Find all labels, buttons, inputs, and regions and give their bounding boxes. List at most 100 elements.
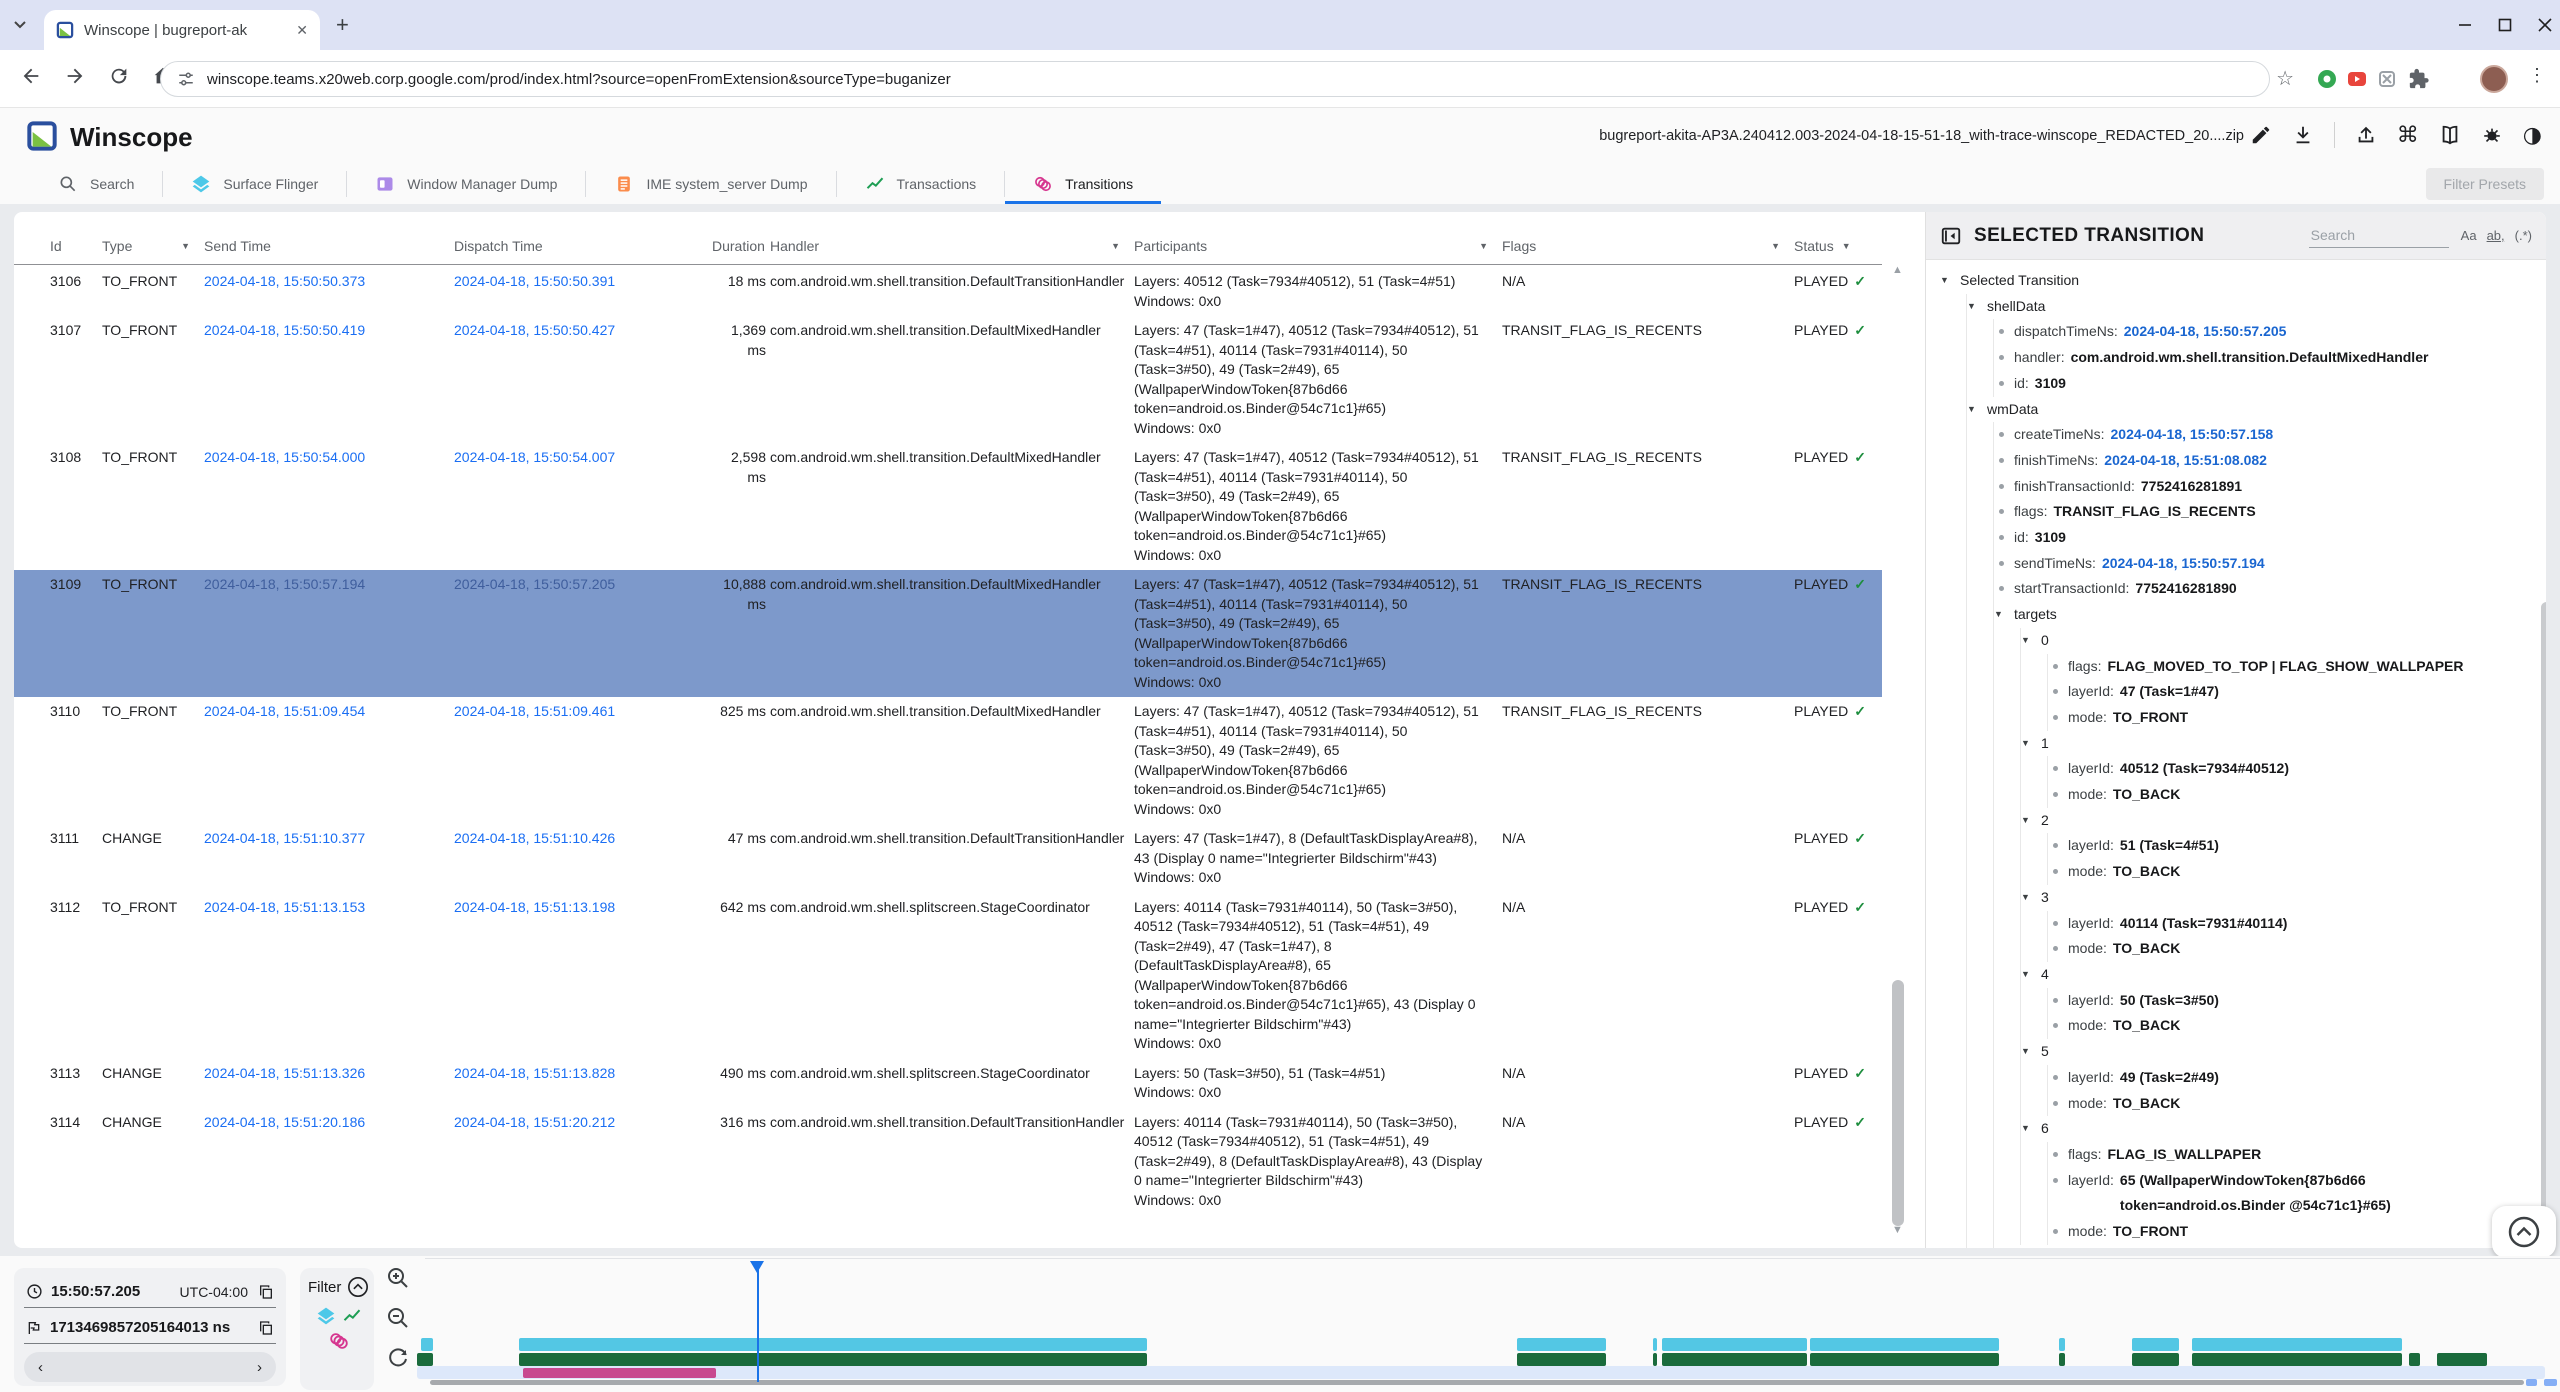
cell-dispatch-time[interactable]: 2024-04-18, 15:50:50.391 xyxy=(454,272,712,311)
timeline-canvas[interactable] xyxy=(0,1256,2560,1392)
tree-leaf[interactable]: flags:TRANSIT_FLAG_IS_RECENTS xyxy=(1994,499,2526,525)
table-scroll-up-icon[interactable]: ▲ xyxy=(1892,264,1903,276)
tree-leaf[interactable]: layerId:50 (Task=3#50) xyxy=(2048,988,2526,1014)
cell-send-time[interactable]: 2024-04-18, 15:50:50.373 xyxy=(204,272,454,311)
tree-leaf[interactable]: layerId:47 (Task=1#47) xyxy=(2048,679,2526,705)
tree-node[interactable]: ▼2 xyxy=(2021,808,2526,834)
cell-dispatch-time[interactable]: 2024-04-18, 15:50:50.427 xyxy=(454,321,712,438)
table-row[interactable]: 3106TO_FRONT2024-04-18, 15:50:50.3732024… xyxy=(14,267,1882,316)
report-bug-icon[interactable] xyxy=(2481,124,2503,146)
timeline-segment-transactions[interactable] xyxy=(2437,1353,2487,1366)
tree-node[interactable]: ▼3 xyxy=(2021,885,2526,911)
expand-arrow-icon[interactable]: ▼ xyxy=(2021,731,2041,757)
filter-presets-button[interactable]: Filter Presets xyxy=(2426,168,2544,200)
table-row[interactable]: 3113CHANGE2024-04-18, 15:51:13.3262024-0… xyxy=(14,1059,1882,1108)
column-header-id[interactable]: Id xyxy=(50,224,102,254)
tab-search-icon[interactable] xyxy=(12,16,28,32)
column-header-participants[interactable]: Participants▼ xyxy=(1134,224,1502,254)
tree-leaf[interactable]: layerId:40512 (Task=7934#40512) xyxy=(2048,756,2526,782)
tree-leaf[interactable]: mode:TO_BACK xyxy=(2048,782,2526,808)
tree-node[interactable]: ▼5 xyxy=(2021,1039,2526,1065)
cell-send-time[interactable]: 2024-04-18, 15:51:13.326 xyxy=(204,1064,454,1103)
site-settings-icon[interactable] xyxy=(177,70,195,88)
cell-dispatch-time[interactable]: 2024-04-18, 15:51:20.212 xyxy=(454,1113,712,1211)
match-word-toggle[interactable]: ab, xyxy=(2487,228,2505,243)
tree-leaf[interactable]: id:3109 xyxy=(1994,525,2526,551)
cell-send-time[interactable]: 2024-04-18, 15:50:57.194 xyxy=(204,575,454,692)
timeline-segment-surface-flinger[interactable] xyxy=(2192,1338,2402,1351)
cell-send-time[interactable]: 2024-04-18, 15:50:54.000 xyxy=(204,448,454,565)
tree-leaf[interactable]: finishTimeNs:2024-04-18, 15:51:08.082 xyxy=(1994,448,2526,474)
forward-icon[interactable] xyxy=(64,65,86,87)
timeline-segment-transactions[interactable] xyxy=(2132,1353,2179,1366)
timeline-segment-surface-flinger[interactable] xyxy=(519,1338,1147,1351)
timeline-cursor-head[interactable] xyxy=(750,1261,764,1273)
tab-ime-system-server-dump[interactable]: IME system_server Dump xyxy=(586,164,835,204)
cell-send-time[interactable]: 2024-04-18, 15:51:09.454 xyxy=(204,702,454,819)
tree-leaf[interactable]: mode:TO_BACK xyxy=(2048,936,2526,962)
tab-window-manager-dump[interactable]: Window Manager Dump xyxy=(347,164,585,204)
column-header-duration[interactable]: Duration xyxy=(712,224,770,254)
tree-leaf[interactable]: id:3109 xyxy=(1994,371,2526,397)
expand-arrow-icon[interactable]: ▼ xyxy=(1940,268,1960,294)
omnibox[interactable]: winscope.teams.x20web.corp.google.com/pr… xyxy=(160,61,2270,97)
timeline-segment-transactions[interactable] xyxy=(1810,1353,1999,1366)
timeline-cursor[interactable] xyxy=(757,1262,759,1382)
upload-icon[interactable] xyxy=(2355,124,2377,146)
reload-icon[interactable] xyxy=(108,65,130,87)
download-icon[interactable] xyxy=(2292,124,2314,146)
table-row[interactable]: 3107TO_FRONT2024-04-18, 15:50:50.4192024… xyxy=(14,316,1882,443)
tree-node[interactable]: ▼1 xyxy=(2021,731,2526,757)
expand-arrow-icon[interactable]: ▼ xyxy=(2021,1116,2041,1142)
properties-search-input[interactable] xyxy=(2309,223,2449,248)
timeline-segment-surface-flinger[interactable] xyxy=(1810,1338,1999,1351)
new-tab-button[interactable]: + xyxy=(336,14,349,36)
table-row[interactable]: 3109TO_FRONT2024-04-18, 15:50:57.1942024… xyxy=(14,570,1882,697)
close-window-icon[interactable] xyxy=(2538,8,2552,42)
filter-chevron-icon[interactable]: ▼ xyxy=(1842,241,1851,251)
dark-mode-icon[interactable]: ◑ xyxy=(2523,123,2542,148)
tree-leaf[interactable]: mode:TO_BACK xyxy=(2048,1013,2526,1039)
tab-transactions[interactable]: Transactions xyxy=(837,164,1005,204)
cell-send-time[interactable]: 2024-04-18, 15:51:13.153 xyxy=(204,898,454,1054)
tab-transitions[interactable]: Transitions xyxy=(1005,164,1161,204)
expand-arrow-icon[interactable]: ▼ xyxy=(2021,1039,2041,1065)
table-scrollbar[interactable] xyxy=(1892,980,1904,1226)
column-header-type[interactable]: Type▼ xyxy=(102,224,204,254)
cell-dispatch-time[interactable]: 2024-04-18, 15:50:57.205 xyxy=(454,575,712,692)
timeline-hscroll-thumb[interactable] xyxy=(2544,1379,2557,1386)
timeline-segment-surface-flinger[interactable] xyxy=(2132,1338,2179,1351)
tree-leaf[interactable]: layerId:49 (Task=2#49) xyxy=(2048,1065,2526,1091)
tree-node[interactable]: ▼6 xyxy=(2021,1116,2526,1142)
tree-node[interactable]: ▼wmData xyxy=(1967,397,2526,423)
tree-node[interactable]: ▼4 xyxy=(2021,962,2526,988)
column-header-handler[interactable]: Handler▼ xyxy=(770,224,1134,254)
regex-toggle[interactable]: (.*) xyxy=(2515,228,2532,243)
profile-avatar[interactable] xyxy=(2480,65,2508,93)
timeline-segment-transactions[interactable] xyxy=(519,1353,1147,1366)
scroll-to-top-button[interactable] xyxy=(2492,1206,2556,1258)
edit-icon[interactable] xyxy=(2250,124,2272,146)
tree-leaf[interactable]: handler:com.android.wm.shell.transition.… xyxy=(1994,345,2526,371)
table-scroll-down-icon[interactable]: ▼ xyxy=(1892,1224,1903,1236)
tree-leaf[interactable]: startTransactionId:7752416281890 xyxy=(1994,576,2526,602)
tree-leaf[interactable]: mode:TO_FRONT xyxy=(2048,705,2526,731)
tree-leaf[interactable]: sendTimeNs:2024-04-18, 15:50:57.194 xyxy=(1994,551,2526,577)
column-header-flags[interactable]: Flags▼ xyxy=(1502,224,1794,254)
tree-leaf[interactable]: finishTransactionId:7752416281891 xyxy=(1994,474,2526,500)
tree-leaf[interactable]: layerId:51 (Task=4#51) xyxy=(2048,833,2526,859)
tab-search[interactable]: Search xyxy=(30,164,162,204)
tree-node[interactable]: ▼Selected Transition xyxy=(1940,268,2526,294)
timeline-segment-transactions[interactable] xyxy=(1653,1353,1657,1366)
timeline-segment-surface-flinger[interactable] xyxy=(1653,1338,1657,1351)
cell-send-time[interactable]: 2024-04-18, 15:51:10.377 xyxy=(204,829,454,888)
timeline-segment-surface-flinger[interactable] xyxy=(1517,1338,1606,1351)
expand-arrow-icon[interactable]: ▼ xyxy=(1994,602,2014,628)
cell-dispatch-time[interactable]: 2024-04-18, 15:51:09.461 xyxy=(454,702,712,819)
browser-menu-icon[interactable]: ⋮ xyxy=(2528,65,2546,86)
browser-tab[interactable]: Winscope | bugreport-ak ✕ xyxy=(44,10,320,50)
expand-arrow-icon[interactable]: ▼ xyxy=(2021,885,2041,911)
cell-dispatch-time[interactable]: 2024-04-18, 15:51:13.828 xyxy=(454,1064,712,1103)
tree-leaf[interactable]: mode:TO_BACK xyxy=(2048,859,2526,885)
tree-leaf[interactable]: layerId:40114 (Task=7931#40114) xyxy=(2048,911,2526,937)
